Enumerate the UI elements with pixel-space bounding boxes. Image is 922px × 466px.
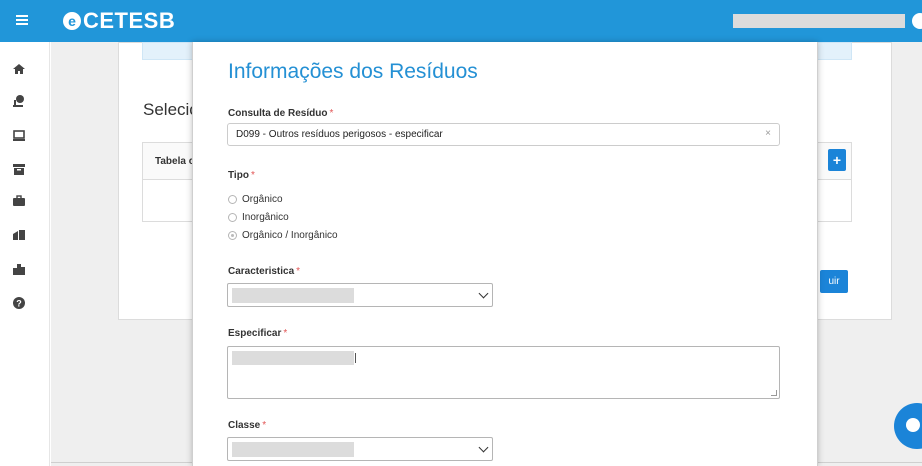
consulta-label-text: Consulta de Resíduo — [228, 108, 328, 119]
residuos-modal: Informações dos Resíduos Consulta de Res… — [192, 42, 818, 466]
radio-circle[interactable] — [228, 213, 237, 222]
text-caret — [355, 353, 356, 363]
textarea-value-redacted — [232, 351, 354, 365]
svg-text:?: ? — [16, 299, 22, 309]
radio-circle[interactable] — [228, 195, 237, 204]
section-title: Selecio — [143, 100, 199, 119]
consulta-label: Consulta de Resíduo * — [228, 108, 333, 119]
action-button[interactable]: uir — [820, 270, 848, 293]
caracteristica-label: Caracteristica * — [228, 266, 300, 277]
clear-icon[interactable]: × — [765, 128, 771, 139]
radio-organico-inorganico[interactable]: Orgânico / Inorgânico — [228, 230, 338, 241]
home-icon[interactable] — [12, 62, 26, 76]
especificar-textarea[interactable] — [227, 346, 780, 399]
radio-label: Inorgânico — [242, 212, 289, 223]
user-name-redacted — [733, 14, 905, 28]
required-mark: * — [250, 170, 255, 181]
building-icon[interactable] — [12, 228, 26, 242]
consulta-residuo-value: D099 - Outros resíduos perigosos - espec… — [236, 129, 443, 140]
caracteristica-select[interactable] — [227, 283, 493, 307]
caracteristica-label-text: Caracteristica — [228, 266, 295, 277]
chevron-down-icon — [478, 288, 489, 299]
monitor-icon[interactable] — [12, 128, 26, 142]
required-mark: * — [262, 420, 267, 431]
tipo-label: Tipo * — [228, 170, 255, 181]
especificar-label-text: Especificar — [228, 328, 282, 339]
radio-circle-selected[interactable] — [228, 231, 237, 240]
tipo-label-text: Tipo — [228, 170, 249, 181]
person-location-icon[interactable] — [12, 94, 26, 108]
hamburger-menu-icon[interactable] — [16, 15, 28, 25]
help-icon[interactable]: ? — [12, 296, 26, 310]
radio-label: Orgânico — [242, 194, 283, 205]
required-mark: * — [329, 108, 334, 119]
resize-handle[interactable] — [771, 390, 777, 396]
city-icon[interactable] — [12, 262, 26, 276]
briefcase-icon[interactable] — [12, 194, 26, 208]
add-button[interactable]: + — [828, 149, 846, 171]
consulta-residuo-select[interactable]: D099 - Outros resíduos perigosos - espec… — [227, 123, 780, 146]
radio-inorganico[interactable]: Inorgânico — [228, 212, 289, 223]
cetesb-logo[interactable]: e CETESB — [63, 8, 175, 34]
required-mark: * — [283, 328, 288, 339]
selected-value-redacted — [232, 288, 354, 303]
classe-label-text: Classe — [228, 420, 261, 431]
chevron-down-icon — [478, 442, 489, 453]
archive-icon[interactable] — [12, 162, 26, 176]
radio-organico[interactable]: Orgânico — [228, 194, 283, 205]
especificar-label: Especificar * — [228, 328, 287, 339]
user-avatar-icon[interactable] — [912, 13, 922, 29]
logo-mark: e — [63, 12, 81, 30]
top-bar: e CETESB — [0, 0, 922, 42]
logo-text: CETESB — [83, 8, 176, 33]
classe-select[interactable] — [227, 437, 493, 461]
radio-label: Orgânico / Inorgânico — [242, 230, 338, 241]
classe-label: Classe * — [228, 420, 266, 431]
required-mark: * — [296, 266, 301, 277]
sidebar: ? — [0, 42, 50, 466]
modal-title: Informações dos Resíduos — [228, 60, 478, 83]
selected-value-redacted — [232, 442, 354, 457]
